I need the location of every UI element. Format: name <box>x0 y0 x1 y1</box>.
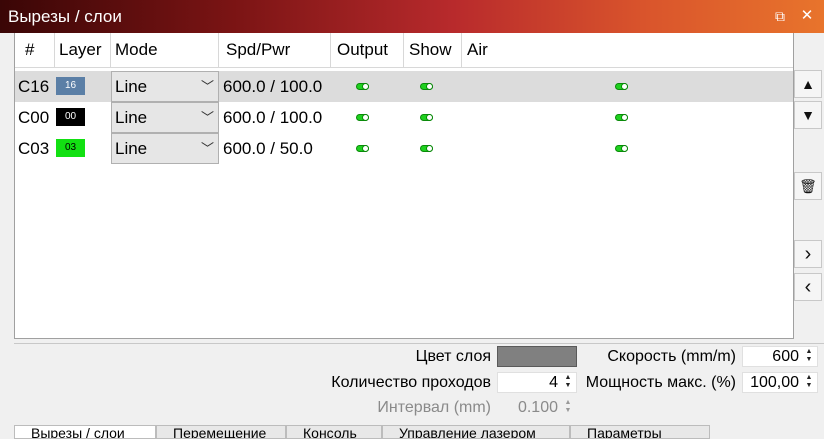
delete-layer-button[interactable]: 🗑 <box>794 172 822 200</box>
bottom-tab-bar: Вырезы / слои Перемещение Консоль Управл… <box>14 425 824 439</box>
layer-color-picker[interactable] <box>497 346 577 367</box>
mode-select-value: Line <box>115 108 148 127</box>
speed-power-value: 600.0 / 50.0 <box>223 139 313 158</box>
tab-laser-control[interactable]: Управление лазером <box>382 425 570 439</box>
chevron-down-icon: ﹀ <box>200 141 214 156</box>
spin-arrows-icon: ▲ ▼ <box>564 399 572 414</box>
mode-select[interactable]: Line ﹀ <box>111 133 219 164</box>
layer-color-swatch[interactable]: 00 <box>56 108 85 126</box>
table-row[interactable]: C00 00 Line ﹀ 600.0 / 100.0 <box>15 102 793 133</box>
column-header-show[interactable]: Show <box>404 33 462 67</box>
move-up-button[interactable]: ▲ <box>794 70 822 98</box>
title-bar[interactable]: Вырезы / слои ⧉ ✕ <box>0 0 824 33</box>
layers-table: # Layer Mode Spd/Pwr Output Show Air C16… <box>14 33 794 339</box>
layer-color-swatch[interactable]: 16 <box>56 77 85 95</box>
close-icon[interactable]: ✕ <box>797 6 817 26</box>
interval-label: Интервал (mm) <box>377 399 491 416</box>
cuts-layers-window: Вырезы / слои ⧉ ✕ # Layer Mode Spd/Pwr O… <box>0 0 824 439</box>
air-toggle[interactable] <box>615 83 628 90</box>
mode-select-value: Line <box>115 77 148 96</box>
output-toggle[interactable] <box>356 145 369 152</box>
max-power-spinbox[interactable]: 100,00 ▲ ▼ <box>742 372 818 393</box>
chevron-down-icon: ▼ <box>801 107 815 123</box>
spin-arrows-icon[interactable]: ▲ ▼ <box>562 374 574 391</box>
output-toggle[interactable] <box>356 114 369 121</box>
column-header-layer[interactable]: Layer <box>55 33 111 67</box>
move-down-button[interactable]: ▼ <box>794 101 822 129</box>
expand-right-button[interactable]: › <box>794 240 822 268</box>
speed-spinbox[interactable]: 600 ▲ ▼ <box>742 346 818 367</box>
column-header-output[interactable]: Output <box>331 33 404 67</box>
layer-color-swatch[interactable]: 03 <box>56 139 85 157</box>
float-window-icon[interactable]: ⧉ <box>770 6 790 26</box>
speed-power-value: 600.0 / 100.0 <box>223 108 323 127</box>
tab-cuts-layers[interactable]: Вырезы / слои <box>14 425 156 439</box>
max-power-value: 100,00 <box>750 374 799 391</box>
mode-select[interactable]: Line ﹀ <box>111 71 219 102</box>
table-row[interactable]: C16 16 Line ﹀ 600.0 / 100.0 <box>15 71 793 102</box>
chevron-right-icon: › <box>804 243 812 265</box>
spin-arrows-icon[interactable]: ▲ ▼ <box>803 374 815 391</box>
column-header-spd-pwr[interactable]: Spd/Pwr <box>219 33 331 67</box>
passes-label: Количество проходов <box>331 374 491 391</box>
chevron-left-icon: ‹ <box>804 276 812 298</box>
mode-select-value: Line <box>115 139 148 158</box>
divider <box>14 343 824 344</box>
air-toggle[interactable] <box>615 145 628 152</box>
show-toggle[interactable] <box>420 83 433 90</box>
show-toggle[interactable] <box>420 145 433 152</box>
table-header: # Layer Mode Spd/Pwr Output Show Air <box>15 33 793 68</box>
layer-color-label: Цвет слоя <box>415 348 491 365</box>
passes-value: 4 <box>549 374 558 391</box>
window-title: Вырезы / слои <box>8 7 122 26</box>
table-row[interactable]: C03 03 Line ﹀ 600.0 / 50.0 <box>15 133 793 164</box>
row-id: C16 <box>18 77 50 96</box>
output-toggle[interactable] <box>356 83 369 90</box>
air-toggle[interactable] <box>615 114 628 121</box>
chevron-down-icon: ﹀ <box>200 79 214 94</box>
show-toggle[interactable] <box>420 114 433 121</box>
collapse-left-button[interactable]: ‹ <box>794 273 822 301</box>
trash-icon: 🗑 <box>799 178 817 194</box>
passes-spinbox[interactable]: 4 ▲ ▼ <box>497 372 577 393</box>
row-id: C03 <box>18 139 50 158</box>
row-id: C00 <box>18 108 50 127</box>
tab-console[interactable]: Консоль <box>286 425 382 439</box>
mode-select[interactable]: Line ﹀ <box>111 102 219 133</box>
spin-arrows-icon[interactable]: ▲ ▼ <box>803 348 815 365</box>
speed-label: Скорость (mm/m) <box>607 348 736 365</box>
tab-parameters[interactable]: Параметры <box>570 425 710 439</box>
max-power-label: Мощность макс. (%) <box>585 374 736 391</box>
column-header-air[interactable]: Air <box>462 33 522 67</box>
tab-move[interactable]: Перемещение <box>156 425 286 439</box>
speed-power-value: 600.0 / 100.0 <box>223 77 323 96</box>
interval-spinbox: 0.100 ▲ ▼ <box>497 397 577 418</box>
chevron-down-icon: ﹀ <box>200 110 214 125</box>
speed-value: 600 <box>772 348 799 365</box>
column-header-number[interactable]: # <box>15 33 55 67</box>
interval-value: 0.100 <box>517 399 558 416</box>
chevron-up-icon: ▲ <box>801 76 815 92</box>
column-header-mode[interactable]: Mode <box>111 33 219 67</box>
